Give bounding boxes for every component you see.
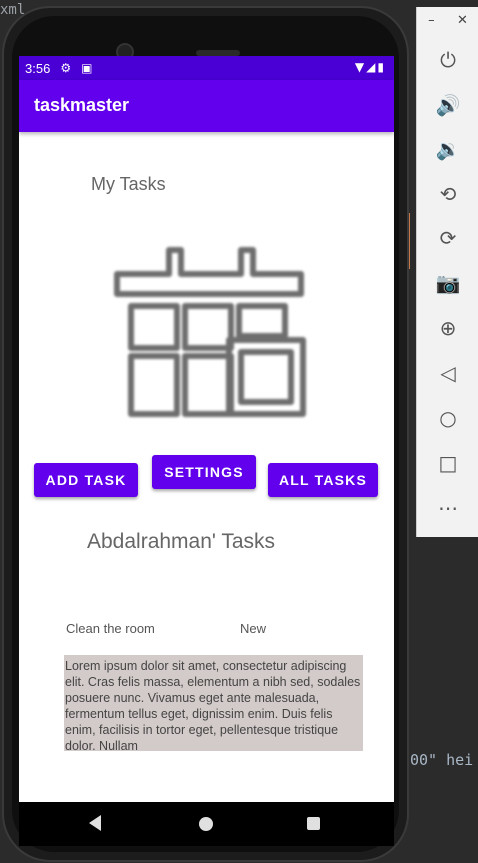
app-title: taskmaster xyxy=(34,95,130,115)
wifi-icon: ▼ xyxy=(354,60,367,74)
system-nav-bar xyxy=(19,802,394,846)
back-icon[interactable] xyxy=(89,815,101,831)
app-screen: 3:56 ⚙ ▣ ▼◢▮ taskmaster My Tasks ADD TAS… xyxy=(19,56,394,802)
signal-icon: ◢ xyxy=(366,60,378,74)
a-icon: ▣ xyxy=(81,61,93,75)
app-bar: taskmaster xyxy=(19,80,394,132)
battery-icon: ▮ xyxy=(377,60,386,74)
home-icon[interactable] xyxy=(199,817,213,831)
overview-icon[interactable] xyxy=(307,817,320,830)
minimize-icon[interactable]: – xyxy=(428,13,435,33)
settings-button[interactable]: SETTINGS xyxy=(152,455,256,489)
home-icon[interactable]: ○ xyxy=(433,403,463,433)
more-icon[interactable]: ⋯ xyxy=(433,493,463,523)
back-icon[interactable]: ◁ xyxy=(433,358,463,388)
close-icon[interactable]: ✕ xyxy=(457,13,468,33)
page-title: My Tasks xyxy=(91,174,166,194)
volume-down-icon[interactable]: 🔉 xyxy=(433,134,463,164)
rotate-left-icon[interactable]: ⟲ xyxy=(433,179,463,209)
task-description: Lorem ipsum dolor sit amet, consectetur … xyxy=(64,655,363,751)
add-task-button[interactable]: ADD TASK xyxy=(34,463,138,497)
status-right-icons: ▼◢▮ xyxy=(355,60,386,74)
camera-icon[interactable]: 📷 xyxy=(433,268,463,298)
calendar-grid-icon xyxy=(114,247,306,417)
status-bar: 3:56 ⚙ ▣ ▼◢▮ xyxy=(19,56,394,80)
task-state: New xyxy=(240,621,267,636)
gear-icon: ⚙ xyxy=(60,61,72,75)
rotate-right-icon[interactable]: ⟳ xyxy=(433,223,463,253)
all-tasks-button[interactable]: ALL TASKS xyxy=(268,463,378,497)
overview-icon[interactable]: □ xyxy=(433,448,463,478)
list-item[interactable]: Clean the room New xyxy=(66,621,306,639)
power-icon[interactable]: ⏻ xyxy=(433,45,463,75)
zoom-icon[interactable]: ⊕ xyxy=(433,313,463,343)
emulator-toolbar: – ✕ ⏻ 🔊 🔉 ⟲ ⟳ 📷 ⊕ ◁ ○ □ ⋯ xyxy=(416,7,478,537)
task-title: Clean the room xyxy=(66,621,155,636)
user-tasks-heading: Abdalrahman' Tasks xyxy=(87,530,276,553)
volume-up-icon[interactable]: 🔊 xyxy=(433,90,463,120)
ide-code-fragment: 00" hei xyxy=(410,751,474,769)
status-time: 3:56 xyxy=(25,60,51,76)
window-controls: – ✕ xyxy=(417,13,478,33)
